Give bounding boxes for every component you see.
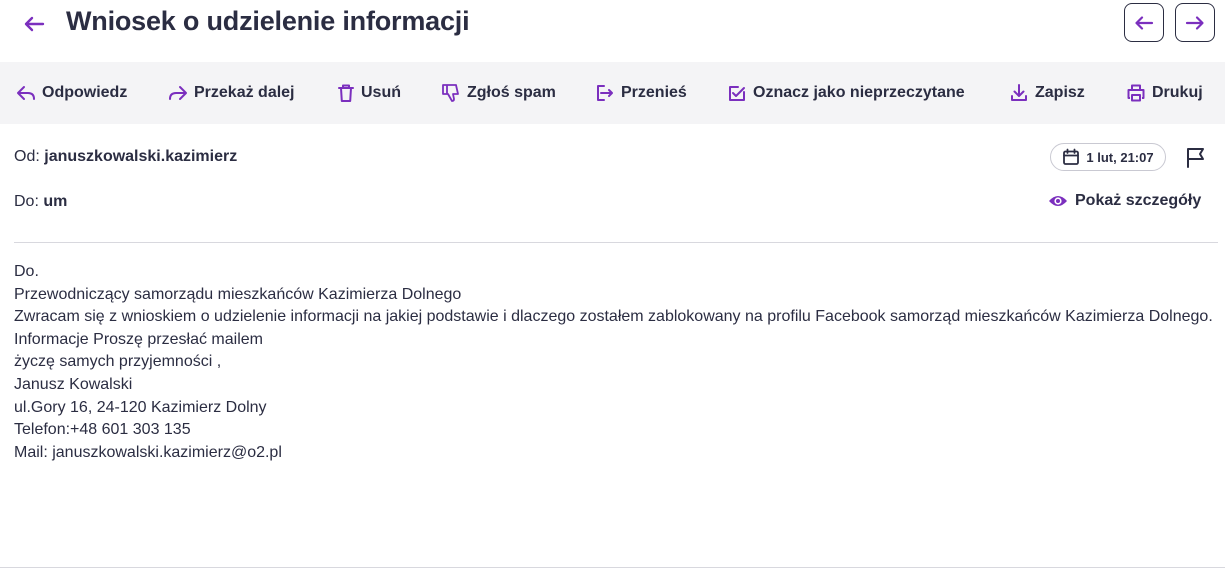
previous-message-button[interactable]: [1124, 3, 1164, 42]
print-icon: [1127, 84, 1145, 102]
calendar-icon: [1063, 148, 1080, 165]
recipient-row: Do: um: [14, 193, 67, 211]
reply-label: Odpowiedz: [42, 84, 128, 101]
next-message-button[interactable]: [1175, 3, 1215, 42]
body-line: Przewodniczący samorządu mieszkańców Kaz…: [14, 285, 462, 303]
eye-icon: [1049, 196, 1067, 206]
message-toolbar: Odpowiedz Przekaż dalej Usuń Zgłoś spam …: [0, 62, 1225, 124]
save-label: Zapisz: [1035, 84, 1085, 101]
body-line: Informacje Proszę przesłać mailem: [14, 330, 263, 348]
flag-icon: [1187, 148, 1204, 168]
report-spam-label: Zgłoś spam: [467, 84, 556, 101]
print-label: Drukuj: [1152, 84, 1203, 101]
bottom-divider: [0, 567, 1225, 568]
message-body: Do. Przewodniczący samorządu mieszkańców…: [14, 261, 1214, 464]
to-label: Do:: [14, 193, 39, 210]
download-icon: [1011, 84, 1027, 101]
recipient-address[interactable]: um: [43, 193, 67, 210]
forward-label: Przekaż dalej: [194, 84, 295, 101]
move-label: Przenieś: [621, 84, 687, 101]
date-badge: 1 lut, 21:07: [1050, 143, 1166, 171]
header: Wniosek o udzielenie informacji: [0, 0, 1225, 62]
arrow-left-icon: [24, 16, 45, 32]
back-button[interactable]: [16, 8, 52, 40]
message-date: 1 lut, 21:07: [1086, 149, 1154, 165]
body-line: życzę samych przyjemności ,: [14, 353, 222, 371]
forward-icon: [169, 86, 187, 100]
divider: [14, 242, 1218, 243]
delete-button[interactable]: Usuń: [337, 62, 401, 124]
delete-label: Usuń: [361, 84, 401, 101]
report-spam-button[interactable]: Zgłoś spam: [441, 62, 556, 124]
thumb-down-icon: [442, 84, 459, 102]
reply-button[interactable]: Odpowiedz: [16, 62, 127, 124]
body-line: Zwracam się z wnioskiem o udzielenie inf…: [14, 308, 1213, 326]
page-title: Wniosek o udzielenie informacji: [66, 6, 470, 36]
body-line: Do.: [14, 263, 39, 280]
move-button[interactable]: Przenieś: [595, 62, 687, 124]
mark-unread-button[interactable]: Oznacz jako nieprzeczytane: [727, 62, 965, 124]
mark-unread-label: Oznacz jako nieprzeczytane: [753, 84, 965, 101]
from-label: Od:: [14, 148, 40, 165]
print-button[interactable]: Drukuj: [1126, 62, 1203, 124]
body-line: Janusz Kowalski: [14, 375, 133, 393]
body-line: Mail: januszkowalski.kazimierz@o2.pl: [14, 443, 282, 461]
show-details-button[interactable]: Pokaż szczegóły: [1048, 192, 1201, 210]
body-line: ul.Gory 16, 24-120 Kazimierz Dolny: [14, 398, 267, 416]
move-icon: [597, 85, 613, 101]
sender-address[interactable]: januszkowalski.kazimierz: [44, 148, 237, 165]
body-line: Telefon:+48 601 303 135: [14, 421, 191, 439]
reply-icon: [17, 86, 35, 100]
trash-icon: [338, 84, 354, 102]
arrow-left-icon: [1135, 15, 1154, 30]
sender-row: Od: januszkowalski.kazimierz: [14, 148, 237, 166]
show-details-label: Pokaż szczegóły: [1075, 192, 1202, 209]
arrow-right-icon: [1185, 15, 1204, 30]
flag-button[interactable]: [1184, 146, 1208, 170]
save-button[interactable]: Zapisz: [1009, 62, 1085, 124]
forward-button[interactable]: Przekaż dalej: [168, 62, 295, 124]
mark-unread-icon: [729, 86, 745, 101]
